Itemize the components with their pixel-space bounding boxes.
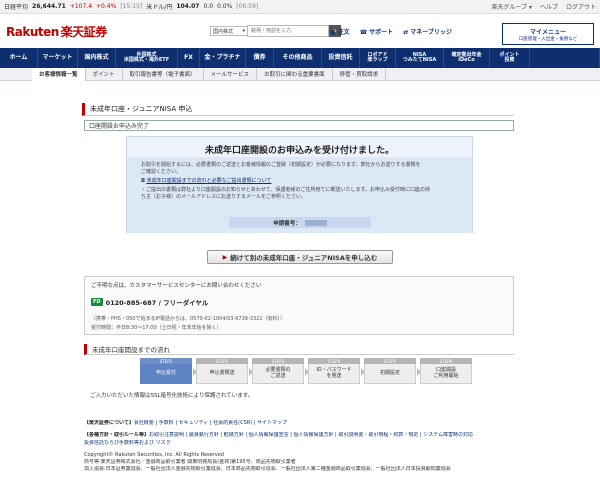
flow-step-3: STEP3 必要書類の ご返送 xyxy=(252,358,309,384)
sub-nav-item-5[interactable]: 移管・買取請求 xyxy=(333,67,387,81)
confirmation-text1: お取引を開始するには、必要書類のご返送とお客様情報のご登録（初期設定）が必要にな… xyxy=(141,162,421,175)
site-logo[interactable]: Rakuten 楽天証券 xyxy=(6,23,107,40)
ssl-note: ご入力いただいた情報はSSL暗号化技術により保護されています。 xyxy=(90,393,254,399)
flow-step-5: STEP5 初期設定 xyxy=(364,358,421,384)
registration-line2: 加入協会:日本証券業協会、一般社団法人金融先物取引業協会、日本商品先物取引協会、… xyxy=(84,466,451,473)
header-links: ▣ 注文 ☎ サポート ⇄ マネーブリッジ xyxy=(330,27,452,36)
page-title: 未成年口座・ジュニアNISA 申込 xyxy=(82,103,514,116)
usd-label: 米ドル/円 xyxy=(146,4,173,11)
link-bullet-icon: ◘ xyxy=(141,178,145,184)
confirmation-body: お取引を開始するには、必要書類のご返送とお客様情報のご登録（初期設定）が必要にな… xyxy=(127,157,472,233)
sub-nav-item-1[interactable]: ポイント xyxy=(86,67,123,81)
main-nav-item-11[interactable]: 確定拠出年金 iDeCo xyxy=(444,48,490,68)
order-link[interactable]: ▣ 注文 xyxy=(330,27,350,36)
flow-steps: STEP1 申込受付 STEP2 申込書類送 STEP3 必要書類の ご返送 STEP4 ID… xyxy=(140,358,472,384)
flow-link-line: ◘ 未成年口座開設までの流れと必要なご提出書類について xyxy=(141,178,463,185)
main-nav-item-5[interactable]: 金・プラチナ xyxy=(200,48,246,68)
freedial-icon: FD xyxy=(91,298,103,306)
confirmation-text2: ・ご提出の書類は弊社より口座開設のお知らせとあわせて、保護者様のご住所宛てに郵送… xyxy=(141,187,431,200)
confirmation-box: 未成年口座開設のお申込みを受け付けました。 お取引を開始するには、必要書類のご返… xyxy=(126,136,473,233)
contact-note-mobile: （携帯・PHS・050で始まるIP電話からは、0570-02-1004/03-6… xyxy=(91,316,286,322)
contact-hours: 受付時間：平日8:30～17:00（土日祝・年末年始を除く） xyxy=(91,325,222,331)
main-nav: ホーム マーケット 国内株式 外国株式 米国株式・海外ETF FX 金・プラチナ 債券 その他… xyxy=(0,48,600,68)
sub-nav-item-3[interactable]: メールサービス xyxy=(204,67,258,81)
copyright: Copyright© Rakuten Securities, Inc. All … xyxy=(84,451,224,458)
nikkei-change: +107.4 xyxy=(69,3,93,10)
flow-step-text: 口座開設 ご利用開始 xyxy=(420,364,472,384)
sub-nav-item-4[interactable]: お取引に関わる重要書面 xyxy=(257,67,333,81)
contact-box: ご不明な点は、カスタマーサービスセンターにお問い合わせください FD 0120-… xyxy=(84,276,514,335)
footer-about-links[interactable]: 会社概要 | 手数料 | セキュリティ | 社会的責任(CSR) | サイトマッ… xyxy=(134,420,287,426)
support-icon: ☎ xyxy=(359,29,368,36)
nikkei-pct: +0.4% xyxy=(96,3,117,10)
usd-time: [06:59] xyxy=(236,3,259,10)
main-nav-item-13 xyxy=(530,48,600,68)
flow-step-2: STEP2 申込書類送 xyxy=(196,358,253,384)
flow-step-text: 申込書類送 xyxy=(196,364,248,384)
main-nav-item-3[interactable]: 外国株式 米国株式・海外ETF xyxy=(116,48,178,68)
search-area: ⌕ xyxy=(247,25,341,37)
search-type-select[interactable]: 国内株式 ▾ xyxy=(210,26,248,36)
main-nav-item-12[interactable]: ポイント 投資 xyxy=(490,48,530,68)
nikkei-label: 日経平均 xyxy=(4,4,29,11)
order-icon: ▣ xyxy=(330,29,336,36)
nikkei-value: 26,644.71 xyxy=(32,3,66,10)
flow-title: 未成年口座開設までの流れ xyxy=(84,344,514,355)
sub-nav: お客様情報一覧 ポイント 取引報告書等（電子書面） メールサービス お取引に関わる重要書… xyxy=(0,67,600,81)
logout-link[interactable]: ログアウト xyxy=(566,2,596,11)
main-nav-item-6[interactable]: 債券 xyxy=(246,48,274,68)
confirmation-heading: 未成年口座開設のお申込みを受け付けました。 xyxy=(204,146,394,156)
flow-step-4: STEP4 ID・パスワード を発送 xyxy=(308,358,365,384)
contact-tel: FD 0120-885-687 / フリーダイヤル xyxy=(91,298,209,307)
footer-rules-links2[interactable]: 投資信託ならび手数料等および リスク xyxy=(84,440,514,447)
support-link[interactable]: ☎ サポート xyxy=(360,27,394,36)
my-menu-button[interactable]: マイメニュー 口座管理・入出金・振替など xyxy=(502,23,594,45)
flow-step-1: STEP1 申込受付 xyxy=(140,358,197,384)
main-nav-item-0[interactable]: ホーム xyxy=(0,48,38,68)
main-nav-item-10[interactable]: NISA つみたてNISA xyxy=(396,48,444,68)
main-nav-item-9[interactable]: ロボアド 楽ラップ xyxy=(360,48,396,68)
main-nav-item-4[interactable]: FX xyxy=(178,48,200,68)
contact-intro: ご不明な点は、カスタマーサービスセンターにお問い合わせください xyxy=(91,283,262,289)
main-nav-item-2[interactable]: 国内株式 xyxy=(78,48,116,68)
footer-rules-links[interactable]: お取引注意説明 | 最良執行方針 | 勧誘方針 | 個人情報保護宣言 | 個人情… xyxy=(149,432,473,438)
search-input[interactable] xyxy=(247,25,329,37)
main-nav-item-7[interactable]: その他商品 xyxy=(274,48,322,68)
market-ticker: 日経平均 26,644.71 +107.4 +0.4% [15:15] 米ドル/… xyxy=(0,0,600,14)
main-nav-item-1[interactable]: マーケット xyxy=(38,48,78,68)
usd-change: 0.0 xyxy=(203,3,214,10)
footer: 【楽天証券について】会社概要 | 手数料 | セキュリティ | 社会的責任(CS… xyxy=(84,420,514,474)
flow-step-text: 必要書類の ご返送 xyxy=(252,364,304,384)
rakuten-group-link[interactable]: 楽天グループ ▾ xyxy=(491,2,532,11)
moneybridge-link[interactable]: ⇄ マネーブリッジ xyxy=(403,27,452,36)
registration-line1: 商号等:楽天証券株式会社／金融商品取引業者 関東財務局長(金商)第195号、商品… xyxy=(84,459,296,465)
application-number: 申請番号： xyxy=(229,217,371,228)
main-nav-item-8[interactable]: 投資信託 xyxy=(322,48,360,68)
help-link[interactable]: ヘルプ xyxy=(540,2,558,11)
apply-another-button[interactable]: ▶ 続けて別の未成年口座・ジュニアNISAを申し込む xyxy=(207,250,393,264)
flow-step-6: STEP6 口座開設 ご利用開始 xyxy=(420,358,472,384)
bridge-icon: ⇄ xyxy=(403,29,409,36)
flow-step-text: ID・パスワード を発送 xyxy=(308,364,360,384)
flow-docs-link[interactable]: 未成年口座開設までの流れと必要なご提出書類について xyxy=(147,178,272,184)
status-bar: 口座開設お申込み完了 xyxy=(84,120,514,131)
nikkei-time: [15:15] xyxy=(120,3,143,10)
usd-pct: 0.0% xyxy=(217,3,233,10)
arrow-right-icon: ▶ xyxy=(222,253,228,261)
flow-step-text: 初期設定 xyxy=(364,364,416,384)
flow-step-text: 申込受付 xyxy=(140,364,192,384)
sub-nav-item-0[interactable]: お客様情報一覧 xyxy=(32,67,86,81)
application-number-masked xyxy=(304,219,327,226)
sub-nav-item-2[interactable]: 取引報告書等（電子書面） xyxy=(123,67,204,81)
usd-value: 104.07 xyxy=(176,3,200,10)
